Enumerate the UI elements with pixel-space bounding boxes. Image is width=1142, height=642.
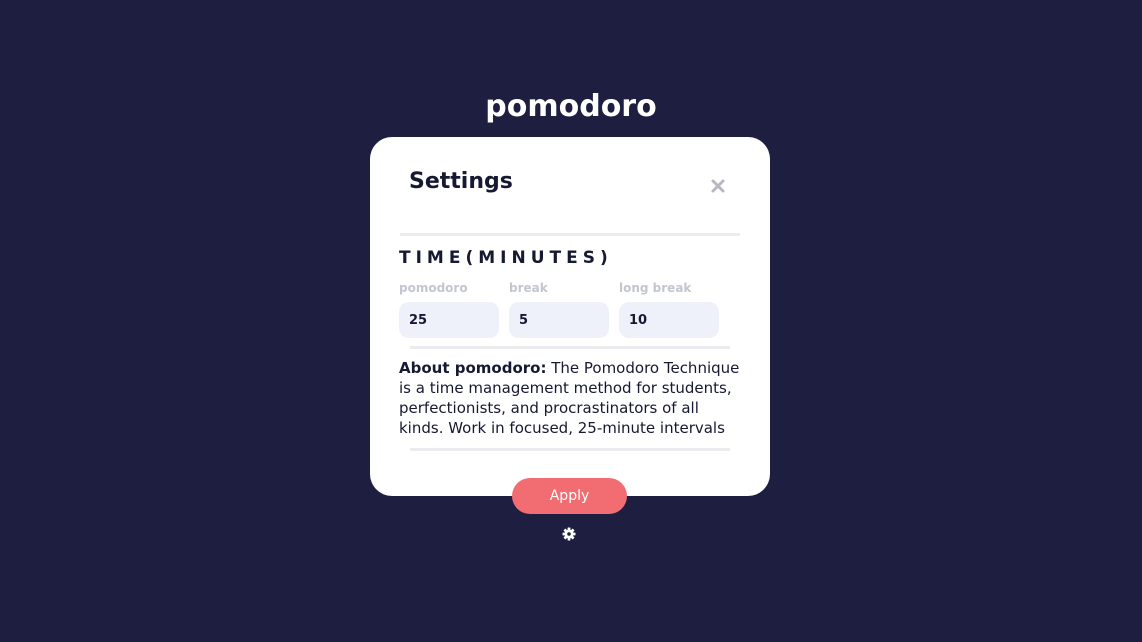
divider-top [400,233,740,236]
about-heading: About pomodoro: [399,359,547,377]
long-break-input[interactable] [619,302,719,338]
break-input[interactable] [509,302,609,338]
long-break-field: long break [619,281,719,338]
divider-middle [410,346,730,349]
close-icon [711,179,725,193]
modal-title: Settings [409,169,513,194]
close-button[interactable] [704,172,732,200]
pomodoro-label: pomodoro [399,281,468,295]
app-title: pomodoro [485,89,657,124]
settings-button[interactable] [562,526,576,541]
settings-modal: Settings TIME(MINUTES) pomodoro break lo… [370,137,770,496]
time-section-title: TIME(MINUTES) [399,248,613,268]
about-text: About pomodoro: The Pomodoro Technique i… [399,358,744,438]
pomodoro-field: pomodoro [399,281,499,338]
long-break-label: long break [619,281,692,295]
pomodoro-input[interactable] [399,302,499,338]
gear-icon [562,527,576,541]
divider-bottom [410,448,730,451]
break-label: break [509,281,548,295]
break-field: break [509,281,609,338]
apply-button[interactable]: Apply [512,478,627,514]
